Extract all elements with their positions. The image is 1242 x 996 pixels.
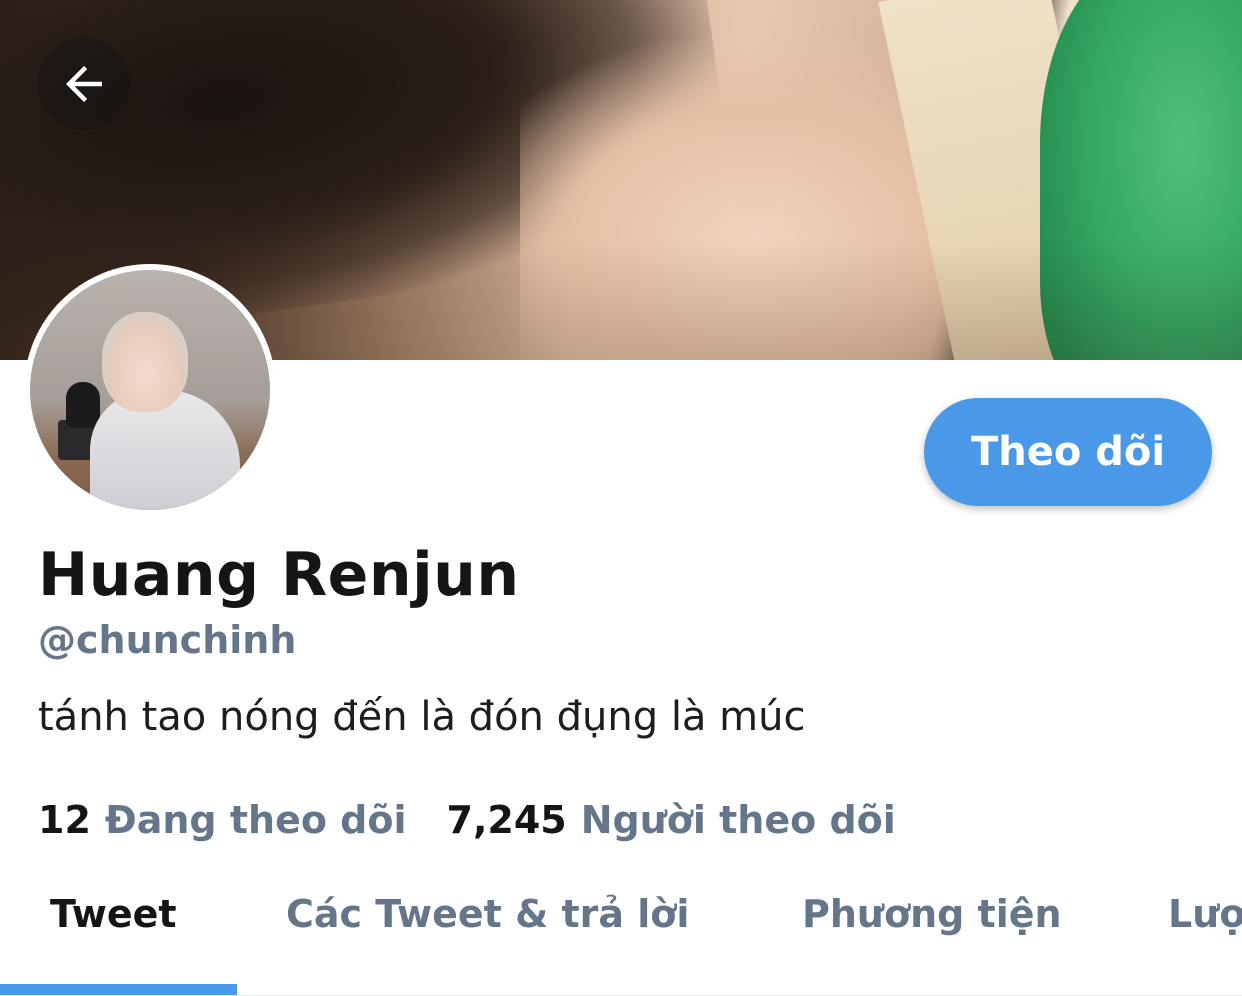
- avatar-photo-microphone: [66, 382, 100, 428]
- display-name: Huang Renjun: [38, 540, 520, 610]
- followers-stat[interactable]: 7,245 Người theo dõi: [447, 798, 896, 842]
- follow-button[interactable]: Theo dõi: [924, 398, 1212, 506]
- back-button[interactable]: [38, 38, 130, 130]
- profile-stats: 12 Đang theo dõi 7,245 Người theo dõi: [38, 798, 896, 842]
- user-handle: @chunchinh: [38, 618, 297, 662]
- tab-media[interactable]: Phương tiện: [802, 892, 1062, 936]
- following-label: Đang theo dõi: [104, 798, 407, 842]
- tab-tweets-and-replies[interactable]: Các Tweet & trả lời: [286, 892, 689, 936]
- avatar-photo-head: [102, 312, 188, 412]
- tab-tweets[interactable]: Tweet: [50, 892, 177, 936]
- followers-count: 7,245: [446, 798, 567, 842]
- followers-label: Người theo dõi: [580, 798, 896, 842]
- following-stat[interactable]: 12 Đang theo dõi: [38, 798, 407, 842]
- avatar-photo: [30, 270, 270, 510]
- avatar[interactable]: [24, 264, 276, 516]
- arrow-left-icon: [66, 66, 102, 102]
- profile-page: Theo dõi Huang Renjun @chunchinh tánh ta…: [0, 0, 1242, 996]
- profile-tabs: Tweet Các Tweet & trả lời Phương tiện Lư…: [0, 872, 1242, 996]
- tab-likes[interactable]: Lượt thích: [1168, 892, 1242, 936]
- profile-bio: tánh tao nóng đến là đón đụng là múc: [38, 694, 806, 740]
- following-count: 12: [38, 798, 91, 842]
